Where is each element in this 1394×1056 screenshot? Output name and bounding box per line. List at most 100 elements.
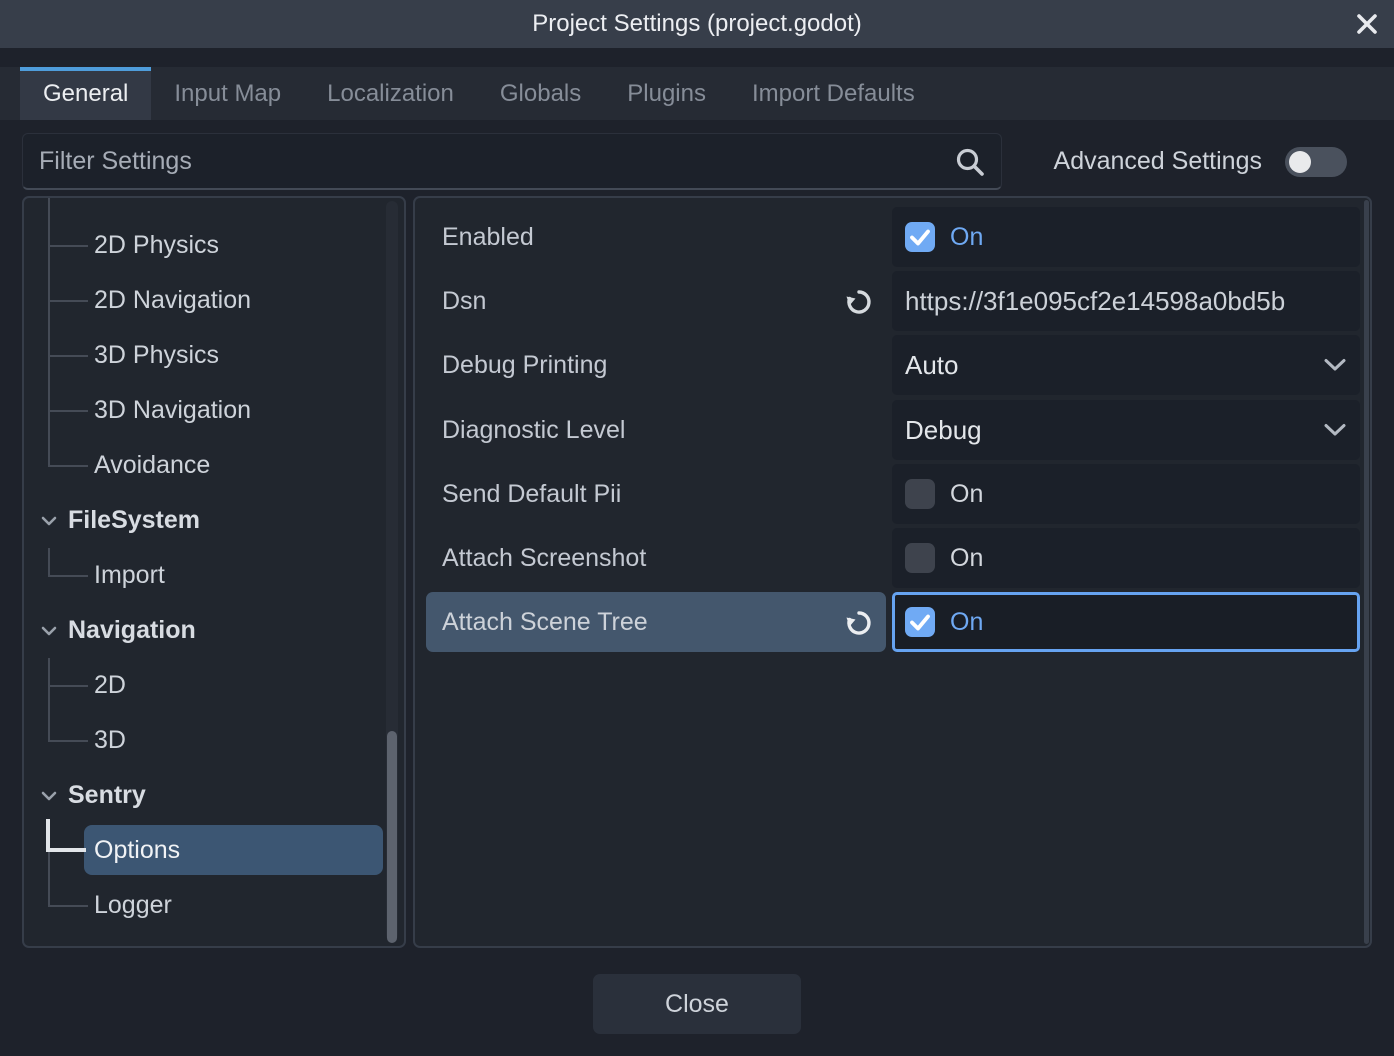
tab-input-map[interactable]: Input Map <box>151 67 304 120</box>
main-scrollbar[interactable] <box>1364 200 1369 944</box>
property-label: Attach Screenshot <box>442 544 647 572</box>
checkbox-unchecked[interactable] <box>905 479 935 509</box>
property-label: Dsn <box>442 287 487 315</box>
property-label: Attach Scene Tree <box>442 608 648 636</box>
tree-guide-selected <box>46 819 50 851</box>
tree-item-label: Sentry <box>68 781 146 809</box>
chevron-down-icon[interactable] <box>40 788 58 804</box>
property-label: Debug Printing <box>442 351 608 379</box>
settings-tree: 2D Physics 2D Navigation 3D Physics 3D N… <box>22 196 406 948</box>
tree-guide <box>48 198 50 218</box>
tree-guide <box>48 548 50 577</box>
close-icon[interactable] <box>1354 11 1380 37</box>
tree-item-options-selected[interactable]: Options <box>24 819 404 878</box>
chevron-down-icon[interactable] <box>40 513 58 529</box>
tree-item-label: FileSystem <box>68 506 201 534</box>
checkbox-value-label: On <box>950 608 984 636</box>
diagnostic-level-dropdown[interactable]: Debug <box>892 400 1360 460</box>
tree-item-3d-navigation[interactable]: 3D Navigation <box>24 383 404 438</box>
tab-localization[interactable]: Localization <box>304 67 477 120</box>
tree-item-import[interactable]: Import <box>24 548 404 603</box>
search-icon <box>956 148 984 176</box>
sidebar-scrollbar-thumb[interactable] <box>387 731 397 943</box>
properties-panel: Enabled On Dsn https://3f1e095cf2e14598a… <box>413 196 1372 948</box>
tree-guide <box>48 713 50 742</box>
check-icon <box>910 614 930 631</box>
checkbox-value-label: On <box>950 544 984 572</box>
property-row-dsn: Dsn https://3f1e095cf2e14598a0bd5b <box>415 269 1370 333</box>
check-icon <box>910 229 930 246</box>
checkbox-checked[interactable] <box>905 222 935 252</box>
property-label: Enabled <box>442 223 534 251</box>
tab-import-defaults[interactable]: Import Defaults <box>729 67 938 120</box>
title-bar: Project Settings (project.godot) <box>0 0 1394 48</box>
tree-item-navigation[interactable]: Navigation <box>24 603 404 658</box>
dsn-value: https://3f1e095cf2e14598a0bd5b <box>905 286 1286 316</box>
tree-guide <box>48 465 88 467</box>
tree-item-label: 3D Navigation <box>94 396 252 424</box>
project-settings-dialog: Project Settings (project.godot) General… <box>0 0 1394 1056</box>
tree-guide <box>48 740 88 742</box>
advanced-settings-toggle[interactable] <box>1285 147 1347 177</box>
property-row-attach-screenshot: Attach Screenshot On <box>415 526 1370 590</box>
tree-item-label: Logger <box>94 891 172 919</box>
tab-general[interactable]: General <box>20 67 152 120</box>
tab-plugins[interactable]: Plugins <box>604 67 729 120</box>
tree-guide <box>48 575 88 577</box>
chevron-down-icon[interactable] <box>40 623 58 639</box>
tree-guide-selected <box>46 848 86 852</box>
tab-bar: General Input Map Localization Globals P… <box>0 67 1394 120</box>
send-default-pii-cell: On <box>892 464 1360 524</box>
tree-guide <box>48 355 88 357</box>
tree-guide <box>48 685 88 687</box>
toggle-knob <box>1289 151 1311 173</box>
chevron-down-icon <box>1324 359 1346 371</box>
attach-screenshot-cell: On <box>892 528 1360 588</box>
dropdown-value: Auto <box>905 350 959 380</box>
attach-scene-tree-cell-focused: On <box>892 592 1360 652</box>
dialog-title: Project Settings (project.godot) <box>532 10 862 37</box>
tree-item-avoidance[interactable]: Avoidance <box>24 438 404 493</box>
tree-item-label: Avoidance <box>94 451 211 479</box>
tree-item-label: Options <box>94 836 181 864</box>
checkbox-checked[interactable] <box>905 607 935 637</box>
dsn-text-field[interactable]: https://3f1e095cf2e14598a0bd5b <box>892 271 1360 331</box>
tree-item-label: 2D Physics <box>94 231 220 259</box>
chevron-down-icon <box>1324 424 1346 436</box>
tree-item-filesystem[interactable]: FileSystem <box>24 493 404 548</box>
dropdown-value: Debug <box>905 415 982 445</box>
property-row-attach-scene-tree: Attach Scene Tree On <box>415 590 1370 654</box>
property-row-diagnostic-level: Diagnostic Level Debug <box>415 398 1370 462</box>
revert-icon[interactable] <box>843 285 875 317</box>
tree-item-label: 3D <box>94 726 126 754</box>
tree-item-label: Import <box>94 561 165 589</box>
close-button[interactable]: Close <box>593 974 801 1034</box>
tree-item-label: 2D Navigation <box>94 286 252 314</box>
filter-settings-box <box>22 133 1002 190</box>
enabled-checkbox-cell: On <box>892 207 1360 267</box>
filter-settings-input[interactable] <box>37 134 937 188</box>
tree-item-label: 2D <box>94 671 126 699</box>
tab-globals[interactable]: Globals <box>477 67 604 120</box>
revert-icon[interactable] <box>843 606 875 638</box>
tree-guide <box>48 905 88 907</box>
tree-item-2d[interactable]: 2D <box>24 658 404 713</box>
tree-guide <box>48 878 50 907</box>
debug-printing-dropdown[interactable]: Auto <box>892 335 1360 395</box>
tree-item-sentry[interactable]: Sentry <box>24 768 404 823</box>
tree-item-label: 3D Physics <box>94 341 220 369</box>
tree-item-label: Navigation <box>68 616 196 644</box>
tree-item-2d-physics[interactable]: 2D Physics <box>24 218 404 273</box>
property-row-debug-printing: Debug Printing Auto <box>415 333 1370 397</box>
property-row-send-default-pii: Send Default Pii On <box>415 462 1370 526</box>
checkbox-value-label: On <box>950 223 984 251</box>
tree-item-2d-navigation[interactable]: 2D Navigation <box>24 273 404 328</box>
tree-item-3d[interactable]: 3D <box>24 713 404 768</box>
property-label: Diagnostic Level <box>442 416 626 444</box>
checkbox-unchecked[interactable] <box>905 543 935 573</box>
property-label: Send Default Pii <box>442 480 622 508</box>
tree-guide <box>48 300 88 302</box>
tree-item-logger[interactable]: Logger <box>24 878 404 933</box>
tree-item-3d-physics[interactable]: 3D Physics <box>24 328 404 383</box>
advanced-settings-label: Advanced Settings <box>1053 147 1262 175</box>
